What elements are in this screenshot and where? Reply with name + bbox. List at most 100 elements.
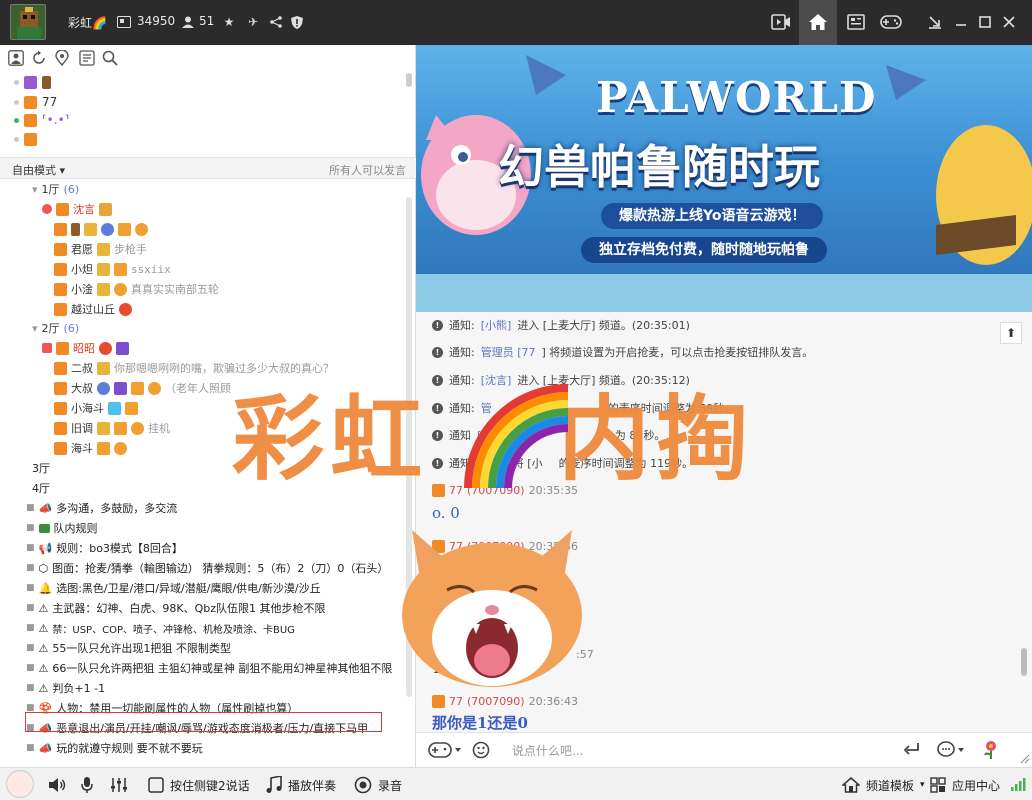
table-row[interactable]: 海斗: [54, 439, 127, 457]
table-row[interactable]: 小淦 真真实实南部五轮: [54, 280, 219, 298]
notice-user[interactable]: 管理员 [77: [481, 344, 536, 360]
send-icon[interactable]: [903, 742, 920, 759]
table-row[interactable]: 沈言: [42, 200, 112, 218]
channel-item[interactable]: ■ 📢 规则：bo3模式【8回合】: [26, 539, 183, 557]
chat-input[interactable]: 说点什么吧...: [512, 742, 583, 759]
quick-reply-icon[interactable]: [936, 740, 966, 763]
list-item[interactable]: [14, 73, 56, 91]
location-icon[interactable]: [53, 49, 71, 67]
channel-item[interactable]: ■ ⬡ 图面：抢麦/猜拳（輸图输边） 猜拳规则：5（布）2（刀）0（石头）: [26, 559, 388, 577]
channel-item[interactable]: ■ ⚠ 55一队只允许出现1把狙 不限制类型: [26, 639, 231, 657]
member-note: （老年人照顾: [165, 382, 231, 395]
channel-item[interactable]: ■ ⚠ 判负+1 -1: [26, 679, 105, 697]
level-badge-icon: [97, 381, 110, 395]
member-name: 二叔: [71, 362, 93, 375]
channel-item[interactable]: ■ ⚠ 66一队只允许两把狙 主狙幻神或星神 副狙不能用幻神星神其他狙不限: [26, 659, 392, 677]
list-item[interactable]: [14, 130, 42, 148]
share-icon[interactable]: [265, 11, 287, 33]
channel-item[interactable]: ■ ⚠ 主武器：幻神、白虎、98K、Qbz队伍限1 其他步枪不限: [26, 599, 326, 617]
member-name: 沈言: [73, 203, 95, 216]
close-icon[interactable]: [998, 11, 1020, 33]
notice-row: ! 通知: 管理员 [77 ] 将频道设置为开启抢麦，可以点击抢麦按钮排队发言。: [432, 343, 813, 361]
table-row[interactable]: 小海斗: [54, 399, 138, 417]
channel-item[interactable]: 4厅: [32, 479, 50, 497]
emoji-sticker-icon[interactable]: [472, 740, 492, 763]
hall-2[interactable]: ▾ 2厅 (6): [32, 319, 79, 337]
video-icon[interactable]: [770, 11, 792, 33]
crown-icon: [84, 222, 97, 236]
resize-grip-icon[interactable]: [1020, 753, 1030, 767]
message-time: 20:36:43: [528, 694, 578, 708]
record-button[interactable]: 录音: [354, 776, 402, 794]
channel-item[interactable]: ■ 队内规则: [26, 519, 98, 537]
gamepad-icon[interactable]: [880, 11, 902, 33]
user-list-scrollbar[interactable]: [406, 73, 412, 87]
hall-1[interactable]: ▾ 1厅 (6): [32, 180, 79, 198]
vip-badge-icon: [54, 242, 67, 256]
hall-count: (6): [63, 321, 80, 335]
table-row[interactable]: [54, 220, 152, 238]
airplane-icon[interactable]: ✈: [242, 11, 264, 33]
vip-badge-icon: [24, 132, 37, 146]
table-row[interactable]: 小炟 ssxiix: [54, 260, 171, 278]
promo-banner[interactable]: PALWORLD 幻兽帕鲁随时玩 爆款热游上线Yo语音云游戏！ 独立存档免付费，…: [416, 45, 1032, 312]
push-to-talk-toggle[interactable]: 按住侧键2说话: [148, 776, 250, 794]
channel-item[interactable]: 3厅: [32, 459, 50, 477]
chat-scrollbar[interactable]: [1021, 648, 1027, 676]
gift-badge-icon: [97, 441, 110, 455]
gift-badge-icon: [125, 401, 138, 415]
sender-id: (7007090): [467, 694, 525, 708]
list-board-icon[interactable]: [845, 11, 867, 33]
search-icon[interactable]: [101, 49, 119, 67]
hall-name: 1厅: [41, 183, 60, 196]
minimize-to-tray-icon[interactable]: [924, 11, 946, 33]
member-name: 小炟: [71, 263, 93, 276]
crown-icon: [99, 202, 112, 216]
table-row[interactable]: 越过山丘: [54, 300, 132, 318]
app-center-button[interactable]: 应用中心: [930, 776, 1000, 794]
channel-item[interactable]: ■ 📣 多沟通，多鼓励，多交流: [26, 499, 177, 517]
table-row[interactable]: 旧调 挂机: [54, 419, 170, 437]
channel-item[interactable]: ■ 📣 玩的就遵守规则 要不就不要玩: [26, 739, 203, 757]
mode-select[interactable]: 自由模式 ▾: [12, 162, 65, 178]
maximize-icon[interactable]: [974, 11, 996, 33]
home-tab[interactable]: [799, 0, 837, 45]
table-row[interactable]: 昭昭: [42, 339, 129, 357]
channel-item[interactable]: ■ ⚠ 禁：USP、COP、喷子、冲锋枪、机枪及喷涂、卡BUG: [26, 619, 295, 637]
scroll-top-button[interactable]: ⬆: [1000, 322, 1022, 344]
speak-policy: 所有人可以发言: [329, 164, 406, 177]
speaker-icon[interactable]: [48, 776, 66, 794]
notice-user[interactable]: [小熊]: [481, 317, 512, 333]
template-label: 频道模板: [866, 778, 915, 793]
heart-badge-icon: [119, 302, 132, 316]
user-avatar[interactable]: [10, 4, 46, 40]
warning-icon: ⚠: [38, 621, 49, 635]
microphone-icon[interactable]: [80, 776, 94, 794]
flower-gift-icon[interactable]: [981, 739, 1001, 764]
game-controller-icon[interactable]: [428, 741, 462, 762]
shield-alert-icon[interactable]: [286, 11, 308, 33]
list-item[interactable]: 77: [14, 93, 57, 111]
self-avatar[interactable]: [6, 770, 34, 798]
play-music-button[interactable]: 播放伴奏: [266, 776, 336, 794]
refresh-icon[interactable]: [30, 49, 48, 67]
member-name: 旧调: [71, 422, 93, 435]
title-bar: 彩虹🌈 34950 51 ★ ✈: [0, 0, 1032, 45]
star-icon[interactable]: ★: [218, 11, 240, 33]
channel-template-button[interactable]: 频道模板 ▾: [842, 776, 925, 794]
minimize-icon[interactable]: [950, 11, 972, 33]
table-row[interactable]: 君愿 步枪手: [54, 240, 147, 258]
channel-name: 66一队只允许两把狙 主狙幻神或星神 副狙不能用幻神星神其他狙不限: [52, 662, 393, 675]
notice-text: ] 将频道设置为开启抢麦，可以点击抢麦按钮排队发言。: [541, 346, 814, 359]
nickname[interactable]: 彩虹🌈: [68, 14, 107, 31]
equalizer-icon[interactable]: [110, 776, 128, 794]
notice-board-icon[interactable]: [78, 49, 96, 67]
heart-badge-icon: [99, 341, 112, 355]
channel-item[interactable]: ■ 🔔 选图:黑色/卫星/港口/异域/潜艇/鹰眼/供电/新沙漠/沙丘: [26, 579, 321, 597]
sender-name[interactable]: 77: [449, 695, 463, 708]
bell-icon: 🔔: [38, 581, 53, 595]
list-item[interactable]: ⸢•.•⸣: [14, 111, 69, 129]
user-list-icon[interactable]: [7, 49, 25, 67]
info-icon: !: [432, 346, 443, 358]
table-row[interactable]: 大叔 （老年人照顾: [54, 379, 231, 397]
